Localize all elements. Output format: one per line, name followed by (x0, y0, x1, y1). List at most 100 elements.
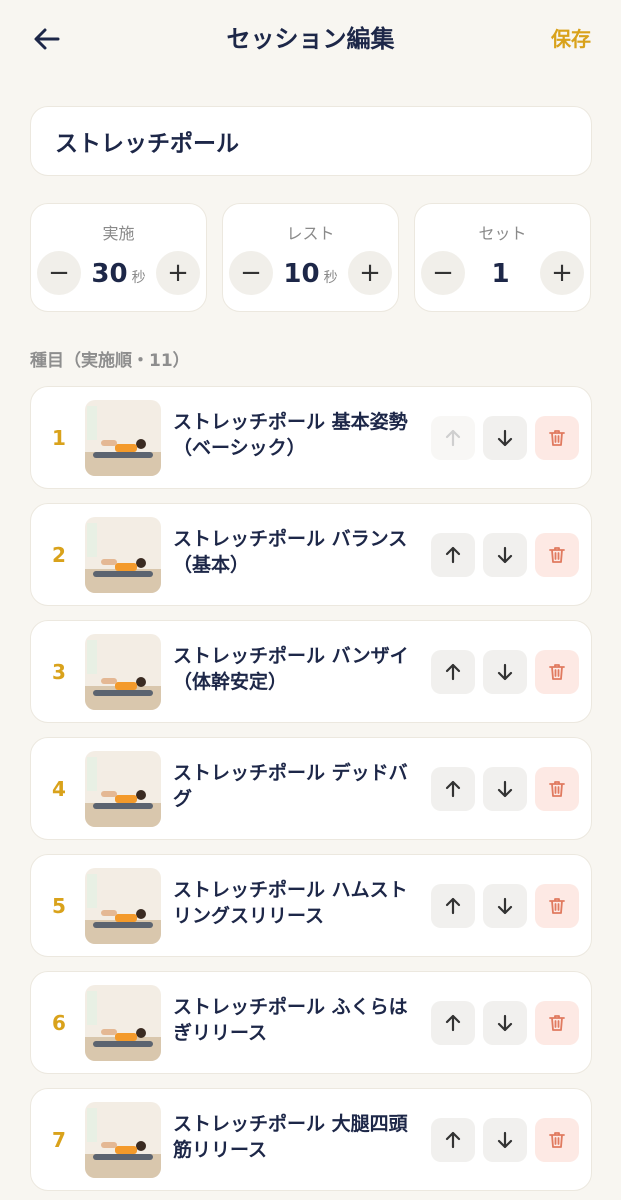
exercise-list-item[interactable]: 5 ストレッチポール ハムストリングスリリース (30, 854, 592, 957)
move-up-button[interactable] (431, 767, 475, 811)
sets-number: 1 (491, 259, 510, 289)
sets-increment-button[interactable]: + (540, 251, 584, 295)
move-down-button[interactable] (483, 1118, 527, 1162)
trash-icon (549, 898, 565, 914)
exercise-list-item[interactable]: 4 ストレッチポール デッドバグ (30, 737, 592, 840)
rest-time-decrement-button[interactable]: − (229, 251, 273, 295)
exercise-index: 2 (52, 542, 66, 567)
exercise-thumbnail (85, 400, 161, 476)
arrow-down-icon (497, 897, 513, 915)
work-time-number: 30 (91, 259, 128, 289)
work-time-card: 実施 − 30 秒 + (30, 203, 207, 312)
arrow-down-icon (497, 429, 513, 447)
trash-icon (549, 430, 565, 446)
arrow-up-icon (445, 897, 461, 915)
plus-icon: + (167, 258, 189, 288)
move-down-button[interactable] (483, 416, 527, 460)
move-down-button[interactable] (483, 767, 527, 811)
exercise-list-item[interactable]: 1 ストレッチポール 基本姿勢（ベーシック） (30, 386, 592, 489)
exercise-title: ストレッチポール バンザイ（体幹安定） (173, 645, 409, 693)
move-up-button[interactable] (431, 884, 475, 928)
session-name-input[interactable] (55, 128, 567, 154)
work-time-label: 実施 (102, 224, 135, 243)
rest-time-label: レスト (286, 224, 335, 243)
move-down-button[interactable] (483, 1001, 527, 1045)
move-up-button[interactable] (431, 1001, 475, 1045)
work-time-decrement-button[interactable]: − (37, 251, 81, 295)
exercise-list-item[interactable]: 3 ストレッチポール バンザイ（体幹安定） (30, 620, 592, 723)
sets-value: 1 (465, 254, 540, 294)
arrow-up-icon (445, 780, 461, 798)
work-time-value: 30 秒 (81, 254, 156, 294)
delete-button[interactable] (535, 767, 579, 811)
exercise-list-item[interactable]: 7 ストレッチポール 大腿四頭筋リリース (30, 1088, 592, 1191)
plus-icon: + (359, 258, 381, 288)
exercise-index: 7 (52, 1127, 66, 1152)
arrow-down-icon (497, 663, 513, 681)
exercise-title: ストレッチポール デッドバグ (173, 762, 408, 810)
trash-icon (549, 1015, 565, 1031)
exercise-title: ストレッチポール 基本姿勢（ベーシック） (173, 411, 408, 459)
delete-button[interactable] (535, 1118, 579, 1162)
trash-icon (549, 664, 565, 680)
move-up-button[interactable] (431, 650, 475, 694)
exercise-index: 5 (52, 893, 66, 918)
exercise-title: ストレッチポール ハムストリングスリリース (173, 879, 408, 927)
arrow-down-icon (497, 546, 513, 564)
rest-time-value: 10 秒 (273, 254, 348, 294)
exercise-index: 3 (52, 659, 66, 684)
minus-icon: − (48, 258, 70, 288)
work-time-increment-button[interactable]: + (156, 251, 200, 295)
exercise-title: ストレッチポール ふくらはぎリリース (173, 996, 408, 1044)
exercise-title: ストレッチポール バランス（基本） (173, 528, 408, 576)
rest-time-unit: 秒 (323, 270, 338, 286)
save-button[interactable]: 保存 (551, 22, 591, 56)
arrow-up-icon (445, 1014, 461, 1032)
delete-button[interactable] (535, 1001, 579, 1045)
rest-time-increment-button[interactable]: + (348, 251, 392, 295)
exercise-thumbnail (85, 517, 161, 593)
move-down-button[interactable] (483, 650, 527, 694)
rest-time-card: レスト − 10 秒 + (222, 203, 399, 312)
exercise-thumbnail (85, 751, 161, 827)
arrow-down-icon (497, 780, 513, 798)
exercise-thumbnail (85, 868, 161, 944)
minus-icon: − (432, 258, 454, 288)
delete-button[interactable] (535, 416, 579, 460)
page-title: セッション編集 (226, 25, 395, 53)
delete-button[interactable] (535, 533, 579, 577)
delete-button[interactable] (535, 884, 579, 928)
move-down-button[interactable] (483, 533, 527, 577)
exercise-title: ストレッチポール 大腿四頭筋リリース (173, 1113, 408, 1161)
delete-button[interactable] (535, 650, 579, 694)
move-up-button[interactable] (431, 1118, 475, 1162)
exercise-index: 1 (52, 425, 66, 450)
exercise-list-label: 種目（実施順・11） (30, 351, 190, 371)
trash-icon (549, 781, 565, 797)
arrow-up-icon (445, 429, 461, 447)
arrow-up-icon (445, 1131, 461, 1149)
sets-decrement-button[interactable]: − (421, 251, 465, 295)
arrow-down-icon (497, 1131, 513, 1149)
move-down-button[interactable] (483, 884, 527, 928)
sets-label: セット (478, 224, 527, 243)
move-up-button[interactable] (431, 533, 475, 577)
sets-card: セット − 1 + (414, 203, 591, 312)
minus-icon: − (240, 258, 262, 288)
session-name-field[interactable] (30, 106, 592, 176)
plus-icon: + (551, 258, 573, 288)
arrow-up-icon (445, 663, 461, 681)
arrow-up-icon (445, 546, 461, 564)
arrow-down-icon (497, 1014, 513, 1032)
exercise-index: 6 (52, 1010, 66, 1035)
header: セッション編集 保存 (0, 0, 621, 78)
exercise-thumbnail (85, 985, 161, 1061)
trash-icon (549, 547, 565, 563)
exercise-list-item[interactable]: 6 ストレッチポール ふくらはぎリリース (30, 971, 592, 1074)
trash-icon (549, 1132, 565, 1148)
move-up-button (431, 416, 475, 460)
exercise-index: 4 (52, 776, 66, 801)
rest-time-number: 10 (283, 259, 320, 289)
exercise-list-item[interactable]: 2 ストレッチポール バランス（基本） (30, 503, 592, 606)
exercise-thumbnail (85, 634, 161, 710)
